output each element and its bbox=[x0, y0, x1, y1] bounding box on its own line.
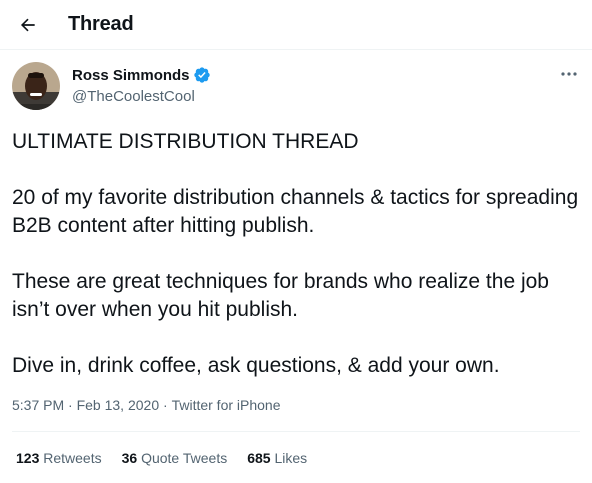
tweet-stats: 123 Retweets 36 Quote Tweets 685 Likes bbox=[16, 450, 307, 466]
quote-tweets-stat[interactable]: 36 Quote Tweets bbox=[122, 450, 228, 466]
back-button[interactable] bbox=[12, 9, 44, 41]
quote-tweets-label: Quote Tweets bbox=[141, 450, 228, 466]
retweets-count: 123 bbox=[16, 450, 40, 466]
tweet-line: These are great techniques for brands wh… bbox=[12, 270, 549, 321]
tweet-line: Dive in, drink coffee, ask questions, & … bbox=[12, 354, 500, 377]
avatar[interactable] bbox=[12, 62, 60, 110]
more-options-button[interactable] bbox=[556, 64, 582, 84]
more-horizontal-icon bbox=[561, 72, 577, 76]
avatar-photo bbox=[12, 62, 60, 110]
retweets-stat[interactable]: 123 Retweets bbox=[16, 450, 102, 466]
tweet-time[interactable]: 5:37 PM bbox=[12, 397, 64, 413]
tweet-meta: 5:37 PM · Feb 13, 2020 · Twitter for iPh… bbox=[12, 397, 281, 413]
meta-separator: · bbox=[159, 397, 172, 413]
tweet-line: ULTIMATE DISTRIBUTION THREAD bbox=[12, 130, 359, 153]
quote-tweets-count: 36 bbox=[121, 450, 138, 466]
author-name[interactable]: Ross Simmonds bbox=[72, 67, 190, 84]
meta-separator: · bbox=[64, 397, 77, 413]
author-name-row: Ross Simmonds bbox=[72, 66, 211, 84]
tweet-date[interactable]: Feb 13, 2020 bbox=[77, 397, 160, 413]
thread-header: Thread bbox=[0, 0, 592, 50]
arrow-left-icon bbox=[20, 18, 35, 32]
likes-label: Likes bbox=[274, 450, 308, 466]
retweets-label: Retweets bbox=[43, 450, 102, 466]
likes-count: 685 bbox=[247, 450, 271, 466]
likes-stat[interactable]: 685 Likes bbox=[247, 450, 307, 466]
author-handle[interactable]: @TheCoolestCool bbox=[72, 88, 195, 105]
tweet-source[interactable]: Twitter for iPhone bbox=[172, 397, 281, 413]
verified-badge-icon bbox=[193, 67, 210, 83]
tweet-line: 20 of my favorite distribution channels … bbox=[12, 186, 579, 237]
page-title: Thread bbox=[68, 13, 134, 35]
tweet-text: ULTIMATE DISTRIBUTION THREAD 20 of my fa… bbox=[12, 128, 582, 380]
divider bbox=[12, 431, 580, 432]
